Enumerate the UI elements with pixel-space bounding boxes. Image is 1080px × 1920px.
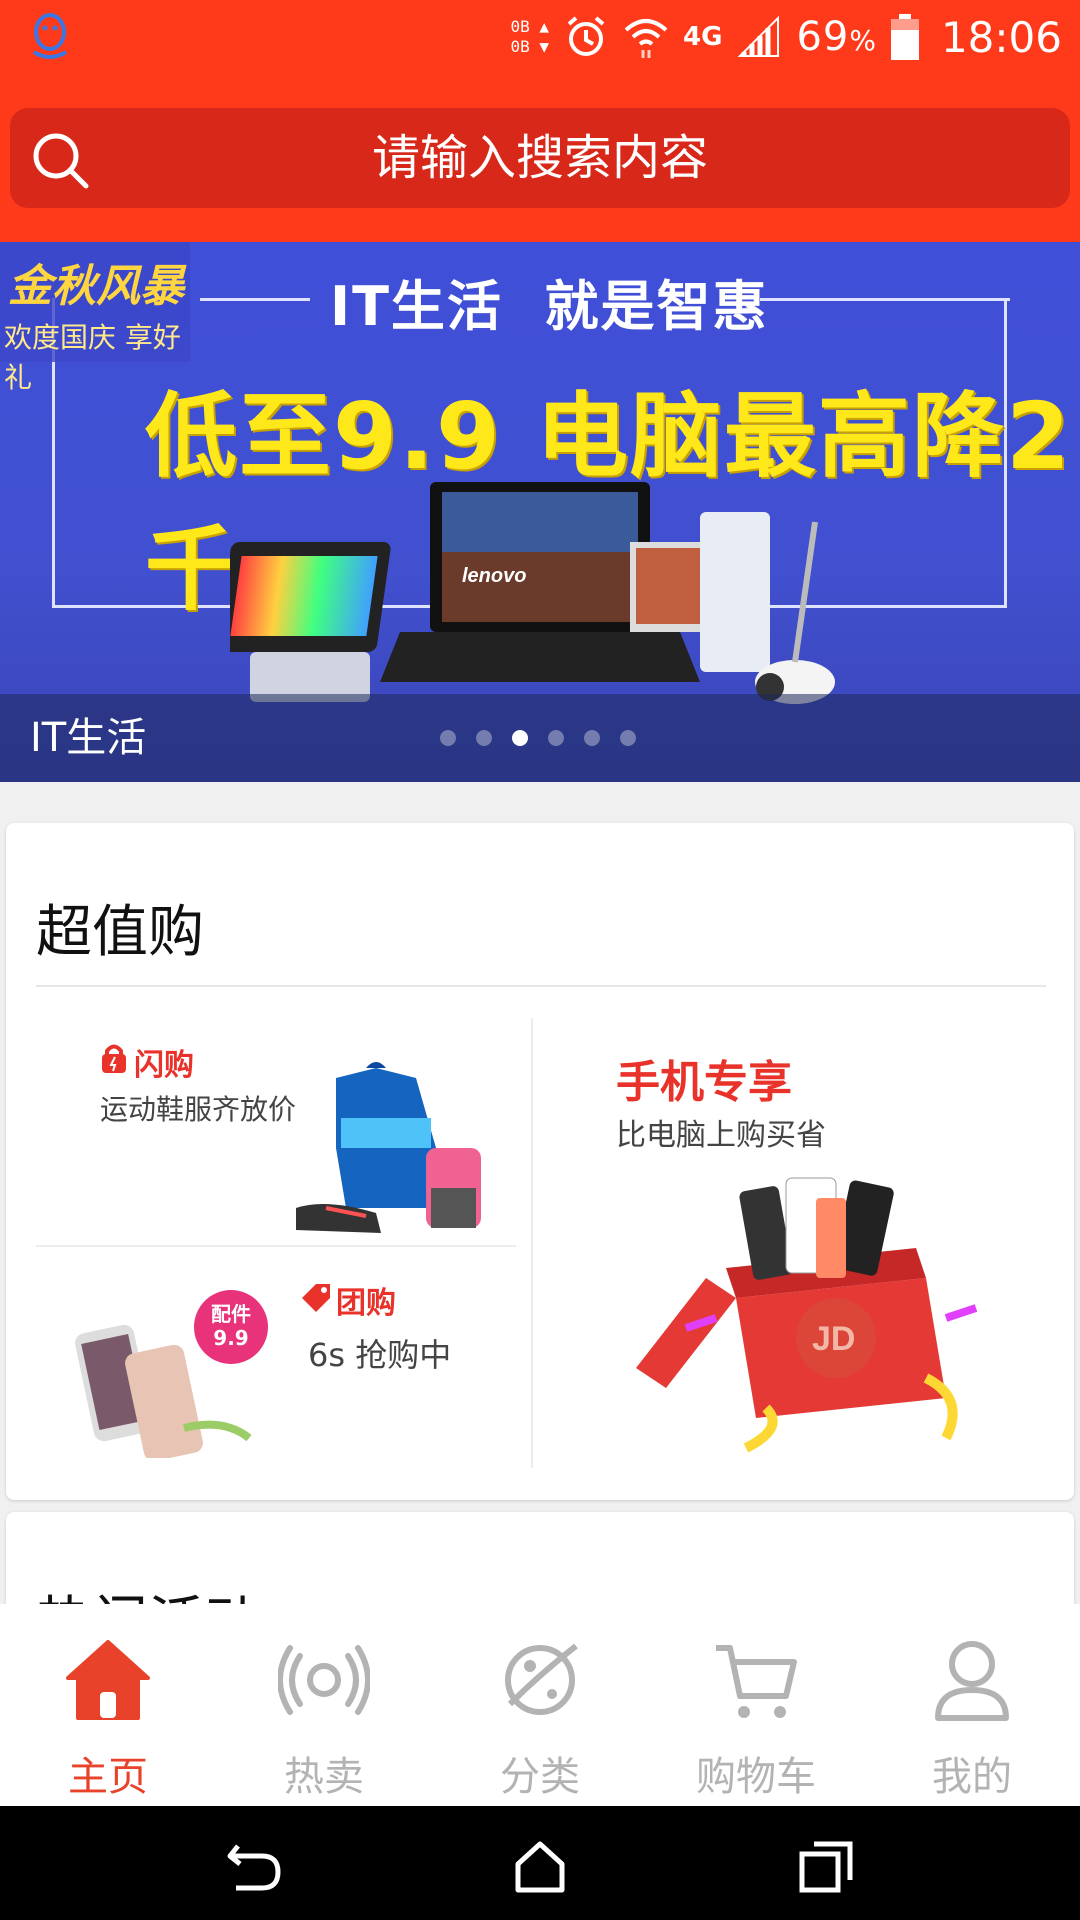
qq-icon [32, 13, 68, 59]
promo-banner[interactable]: 金秋风暴 欢度国庆 享好礼 IT生活 就是智惠 低至9.9 电脑最高降2千 le… [0, 242, 1080, 782]
status-bar: 0B ▲ 0B ▼ 4G 69% 18:06 [0, 0, 1080, 74]
recents-icon[interactable] [796, 1836, 856, 1896]
search-header: 请输入搜索内容 [0, 74, 1080, 242]
banner-frame-line [760, 298, 1010, 301]
nav-label: 主页 [68, 1754, 148, 1800]
search-placeholder: 请输入搜索内容 [371, 130, 708, 186]
divider [36, 1245, 516, 1247]
nav-label: 购物车 [696, 1754, 816, 1800]
category-planet-icon [505, 1643, 578, 1715]
battery-icon [890, 14, 919, 60]
banner-caption: IT生活 [30, 715, 147, 761]
wifi-icon [624, 19, 668, 58]
nav-profile[interactable]: 我的 [864, 1604, 1080, 1806]
group-buy-description: 6s 抢购中 [308, 1336, 452, 1374]
flash-sale-label: 闪购 [134, 1048, 194, 1083]
banner-subheadline: IT生活 就是智惠 [330, 275, 769, 338]
jd-logo: JD [812, 1320, 855, 1358]
sportswear-image [296, 1062, 481, 1233]
carousel-dot[interactable] [584, 730, 600, 746]
nav-label: 分类 [500, 1754, 580, 1800]
gift-box-image: JD [636, 1177, 978, 1453]
divider [531, 1018, 533, 1468]
carousel-dot[interactable] [476, 730, 492, 746]
carousel-dot[interactable] [620, 730, 636, 746]
battery-percent: 69% [796, 14, 877, 60]
home-icon [66, 1640, 150, 1720]
banner-caption-bar: IT生活 [0, 694, 1080, 782]
banner-frame-line [200, 298, 310, 301]
data-traffic-indicator: 0B ▲ 0B ▼ [510, 17, 549, 56]
nav-hot[interactable]: 热卖 [216, 1604, 432, 1806]
group-buy-label: 团购 [336, 1286, 396, 1321]
deals-section: 超值购 闪购 运动鞋服齐放价 团购 6s 抢购中 配件 9.9 手机专享 比电脑… [6, 823, 1074, 1500]
signal-icon [738, 15, 780, 57]
accessory-badge: 配件 9.9 [194, 1290, 268, 1364]
profile-icon [935, 1641, 1009, 1721]
clock: 18:06 [940, 12, 1062, 62]
network-type: 4G [683, 22, 723, 52]
carousel-dot-active[interactable] [512, 730, 528, 746]
home-button-icon[interactable] [510, 1836, 570, 1896]
group-buy-tile[interactable]: 团购 6s 抢购中 配件 9.9 [36, 1248, 516, 1468]
carousel-dot[interactable] [440, 730, 456, 746]
mobile-exclusive-tile[interactable]: 手机专享 比电脑上购买省 JD [566, 1018, 1046, 1468]
mobile-exclusive-label: 手机专享 [616, 1057, 792, 1108]
bottom-nav: 主页 热卖 分类 购物车 我的 [0, 1604, 1080, 1806]
cart-icon [716, 1645, 797, 1718]
deals-section-title: 超值购 [36, 900, 204, 965]
carousel-dots[interactable] [440, 730, 636, 746]
nav-category[interactable]: 分类 [432, 1604, 648, 1806]
divider [36, 985, 1046, 987]
nav-label: 我的 [932, 1754, 1012, 1800]
banner-tag-title: 金秋风暴 [8, 261, 184, 312]
flash-sale-description: 运动鞋服齐放价 [100, 1093, 297, 1126]
tag-icon [302, 1284, 330, 1312]
mobile-exclusive-description: 比电脑上购买省 [616, 1118, 826, 1153]
nav-label: 热卖 [284, 1754, 364, 1800]
laptop-brand: lenovo [462, 565, 526, 587]
back-icon[interactable] [224, 1836, 284, 1896]
banner-tag: 金秋风暴 欢度国庆 享好礼 [0, 242, 190, 394]
hot-signal-icon [278, 1645, 370, 1715]
carousel-dot[interactable] [548, 730, 564, 746]
alarm-icon [567, 16, 605, 56]
search-input[interactable]: 请输入搜索内容 [10, 108, 1070, 208]
nav-cart[interactable]: 购物车 [648, 1604, 864, 1806]
nav-home[interactable]: 主页 [0, 1604, 216, 1806]
system-nav-bar [0, 1806, 1080, 1920]
flash-sale-tile[interactable]: 闪购 运动鞋服齐放价 [36, 1018, 516, 1243]
